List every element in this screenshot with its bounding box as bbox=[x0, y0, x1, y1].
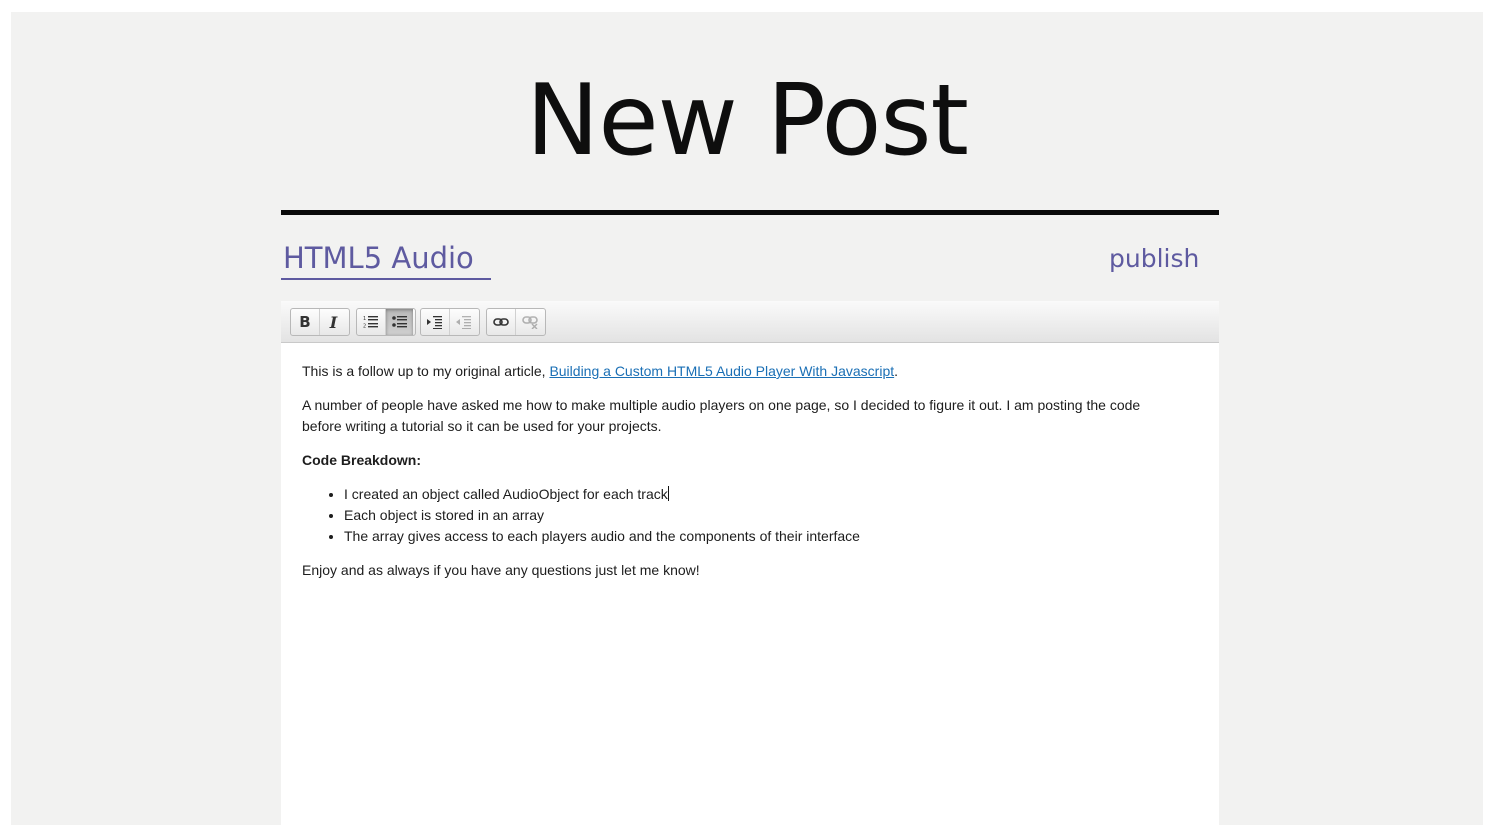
link-button[interactable] bbox=[487, 309, 515, 335]
ordered-list-button[interactable]: 1 2 bbox=[357, 309, 385, 335]
post-title-input[interactable] bbox=[281, 238, 491, 280]
link-icon bbox=[493, 318, 509, 326]
list-item: The array gives access to each players a… bbox=[344, 526, 1182, 547]
outdent-icon bbox=[455, 316, 471, 329]
list-item: Each object is stored in an array bbox=[344, 505, 1182, 526]
intro-paragraph: This is a follow up to my original artic… bbox=[302, 361, 1182, 382]
indent-button[interactable] bbox=[421, 309, 449, 335]
title-divider bbox=[281, 210, 1219, 215]
publish-button[interactable]: publish bbox=[1109, 244, 1199, 273]
list-item-text: I created an object called AudioObject f… bbox=[344, 486, 668, 502]
indent-icon bbox=[427, 316, 442, 329]
closing-paragraph: Enjoy and as always if you have any ques… bbox=[302, 562, 700, 578]
article-link[interactable]: Building a Custom HTML5 Audio Player Wit… bbox=[549, 363, 894, 379]
text-cursor bbox=[667, 486, 669, 501]
intro-end: . bbox=[894, 363, 899, 379]
body-paragraph: A number of people have asked me how to … bbox=[302, 397, 1141, 434]
page-title: New Post bbox=[526, 64, 969, 178]
bold-button[interactable]: B bbox=[291, 309, 319, 335]
editor-toolbar: B I 1 2 bbox=[281, 301, 1219, 343]
unordered-list-icon bbox=[391, 316, 407, 328]
indent-button-group bbox=[420, 308, 480, 336]
format-button-group: B I bbox=[290, 308, 350, 336]
italic-button[interactable]: I bbox=[319, 309, 347, 335]
list-button-group: 1 2 bbox=[356, 308, 416, 336]
unordered-list-button[interactable] bbox=[385, 309, 413, 335]
page-frame: New Post publish B I 1 2 bbox=[11, 12, 1483, 825]
section-heading-text: Code Breakdown: bbox=[302, 452, 422, 468]
svg-text:1: 1 bbox=[363, 316, 366, 322]
italic-icon: I bbox=[329, 312, 338, 332]
bold-icon: B bbox=[299, 313, 311, 331]
unlink-button[interactable] bbox=[515, 309, 543, 335]
editor-content[interactable]: This is a follow up to my original artic… bbox=[302, 361, 1182, 594]
intro-text: This is a follow up to my original artic… bbox=[302, 363, 550, 379]
svg-text:2: 2 bbox=[363, 324, 366, 330]
section-heading: Code Breakdown: bbox=[302, 450, 1182, 471]
link-button-group bbox=[486, 308, 546, 336]
rich-text-editor: B I 1 2 This is a follow up to my origin… bbox=[281, 301, 1219, 825]
bullet-list: I created an object called AudioObject f… bbox=[302, 484, 1182, 547]
ordered-list-icon: 1 2 bbox=[363, 316, 378, 330]
outdent-button[interactable] bbox=[449, 309, 477, 335]
list-item: I created an object called AudioObject f… bbox=[344, 484, 1182, 505]
unlink-icon bbox=[521, 316, 538, 329]
